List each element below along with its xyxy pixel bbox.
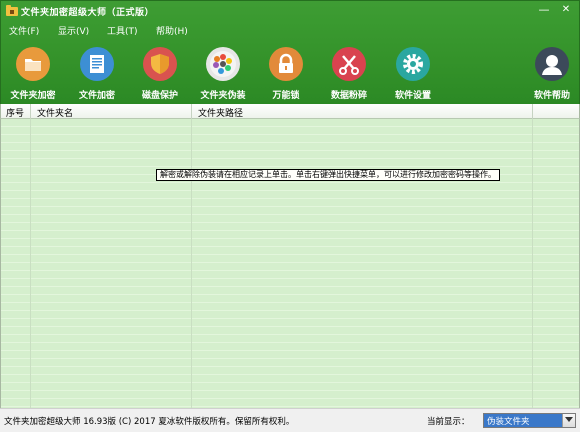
folder-disguise-button[interactable]: 文件夹伪装: [194, 47, 250, 101]
toolbar-label: 文件夹加密: [10, 91, 56, 101]
copyright-text: 文件夹加密超级大师 16.93版 (C) 2017 夏冰软件版权所有。保留所有权…: [4, 417, 295, 427]
close-button[interactable]: ✕: [558, 3, 574, 17]
app-icon: [6, 5, 18, 16]
current-view-select[interactable]: 伪装文件夹: [483, 413, 576, 428]
folder-encrypt-button[interactable]: 文件夹加密: [4, 47, 60, 101]
status-bar: 文件夹加密超级大师 16.93版 (C) 2017 夏冰软件版权所有。保留所有权…: [0, 408, 580, 432]
gear-icon: [396, 47, 430, 81]
data-shred-button[interactable]: 数据粉碎: [320, 47, 376, 101]
user-icon: [535, 47, 569, 81]
current-view-value: 伪装文件夹: [487, 417, 530, 427]
column-gridline: [30, 119, 31, 408]
toolbar-label: 软件设置: [394, 91, 431, 101]
window-title: 文件夹加密超级大师（正式版）: [21, 8, 155, 18]
toolbar-label: 文件夹伪装: [200, 91, 246, 101]
toolbar-label: 文件加密: [78, 91, 115, 101]
menu-view[interactable]: 显示(V): [58, 24, 89, 37]
top-chrome: 文件夹加密超级大师（正式版） — ✕ 文件(F) 显示(V) 工具(T) 帮助(…: [0, 0, 580, 104]
current-view-label: 当前显示：: [427, 417, 470, 427]
toolbar-label: 数据粉碎: [330, 91, 367, 101]
help-button[interactable]: 软件帮助: [523, 47, 579, 101]
column-divider[interactable]: [191, 104, 192, 119]
settings-button[interactable]: 软件设置: [384, 47, 440, 101]
lock-icon: [269, 47, 303, 81]
column-header-folder-name[interactable]: 文件夹名: [37, 106, 73, 119]
shield-icon: [143, 47, 177, 81]
universal-lock-button[interactable]: 万能锁: [257, 47, 313, 101]
column-divider[interactable]: [532, 104, 533, 119]
menu-help[interactable]: 帮助(H): [156, 24, 188, 37]
toolbar-label: 磁盘保护: [141, 91, 178, 101]
palette-icon: [206, 47, 240, 81]
disk-protect-button[interactable]: 磁盘保护: [131, 47, 187, 101]
menu-file[interactable]: 文件(F): [9, 24, 39, 37]
scissors-icon: [332, 47, 366, 81]
chevron-down-icon: [565, 417, 573, 422]
toolbar-label: 万能锁: [272, 91, 300, 101]
folder-list[interactable]: 解密或解除伪装请在相应记录上单击。单击右键弹出快捷菜单，可以进行修改加密密码等操…: [0, 119, 580, 408]
column-header-index[interactable]: 序号: [6, 106, 24, 119]
toolbar-label: 软件帮助: [533, 91, 570, 101]
column-header-folder-path[interactable]: 文件夹路径: [198, 106, 243, 119]
column-gridline: [532, 119, 533, 408]
document-icon: [80, 47, 114, 81]
folder-icon: [16, 47, 50, 81]
minimize-button[interactable]: —: [536, 3, 552, 17]
title-bar: 文件夹加密超级大师（正式版） — ✕: [1, 1, 580, 20]
column-gridline: [191, 119, 192, 408]
column-divider[interactable]: [30, 104, 31, 119]
menu-tools[interactable]: 工具(T): [107, 24, 138, 37]
table-header: 序号 文件夹名 文件夹路径: [0, 104, 580, 119]
hint-tooltip: 解密或解除伪装请在相应记录上单击。单击右键弹出快捷菜单，可以进行修改加密密码等操…: [156, 169, 500, 181]
dropdown-button[interactable]: [562, 414, 575, 427]
file-encrypt-button[interactable]: 文件加密: [68, 47, 124, 101]
